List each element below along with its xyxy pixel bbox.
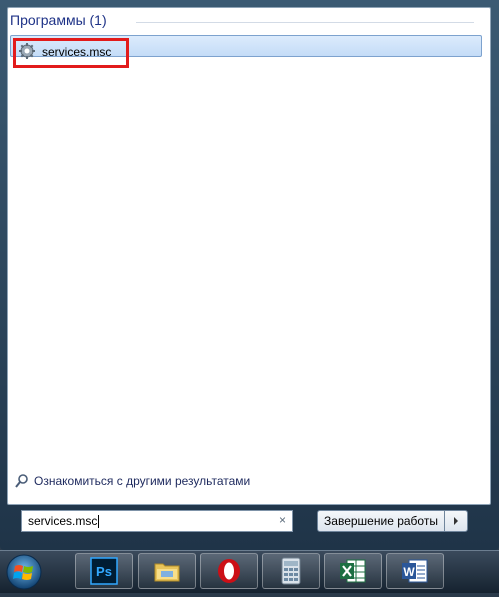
- shutdown-button[interactable]: Завершение работы: [317, 510, 445, 532]
- taskbar-file-explorer[interactable]: [138, 553, 196, 589]
- search-icon: [15, 474, 28, 488]
- word-icon: W: [402, 559, 428, 583]
- svg-text:W: W: [403, 565, 415, 579]
- result-label: services.msc: [42, 45, 112, 59]
- search-input[interactable]: services.msc ×: [21, 510, 293, 532]
- shutdown-options-button[interactable]: [444, 510, 468, 532]
- svg-text:Ps: Ps: [96, 564, 112, 579]
- section-title-programs: Программы (1): [10, 12, 107, 28]
- section-divider: [136, 22, 474, 23]
- see-more-results-link[interactable]: Ознакомиться с другими результатами: [14, 473, 250, 489]
- taskbar-opera[interactable]: [200, 553, 258, 589]
- services-gear-icon: [18, 42, 36, 60]
- taskbar-excel[interactable]: [324, 553, 382, 589]
- taskbar-word[interactable]: W: [386, 553, 444, 589]
- folder-icon: [154, 563, 180, 582]
- search-results-pane: [7, 7, 491, 505]
- search-value: services.msc: [28, 514, 100, 529]
- taskbar-photoshop[interactable]: Ps: [75, 553, 133, 589]
- taskbar-calculator[interactable]: [262, 553, 320, 589]
- windows-logo-icon: [6, 554, 42, 590]
- see-more-label: Ознакомиться с другими результатами: [34, 474, 251, 488]
- opera-icon: [218, 559, 240, 583]
- chevron-right-icon: [454, 517, 458, 525]
- calculator-icon: [281, 557, 301, 585]
- start-button[interactable]: [4, 552, 44, 592]
- excel-icon: [340, 559, 366, 583]
- photoshop-icon: Ps: [90, 557, 118, 585]
- clear-search-icon[interactable]: ×: [279, 513, 286, 527]
